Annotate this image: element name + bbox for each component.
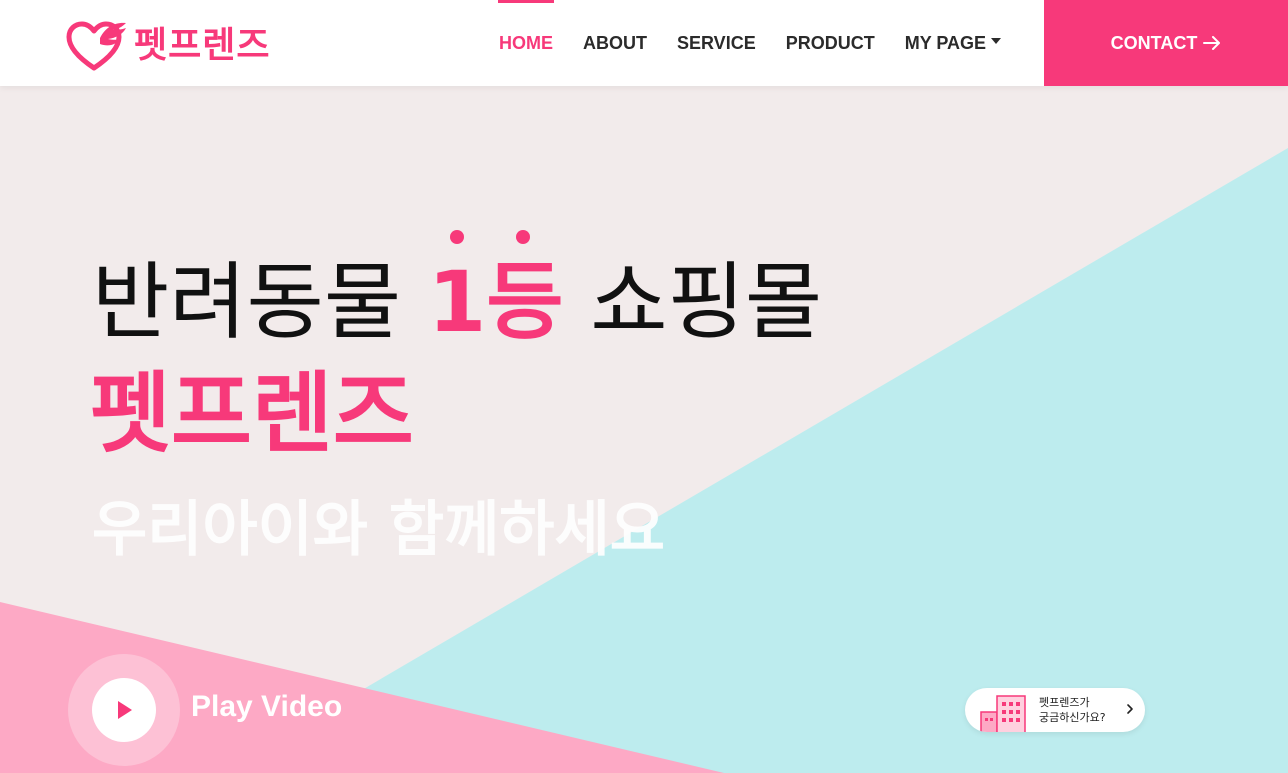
hero-headline-accent-text: 1등 [427,253,564,351]
contact-button[interactable]: CONTACT [1044,0,1288,86]
play-video-button[interactable] [68,654,180,766]
hero-headline-suffix: 쇼핑몰 [563,253,823,351]
brand-name: 펫프렌즈 [134,25,271,66]
help-widget-text: 펫프렌즈가 궁금하신가요? [1039,695,1106,725]
nav-product-label: PRODUCT [785,32,875,53]
nav-home-label: HOME [499,32,553,53]
help-widget[interactable]: 펫프렌즈가 궁금하신가요? [965,688,1145,732]
nav-about-label: ABOUT [583,32,647,53]
nav-service-label: SERVICE [677,32,756,53]
hero-headline-accent: 1등 [427,230,564,352]
arrow-right-icon [1203,36,1221,50]
nav-my-page[interactable]: MY PAGE [890,0,1016,86]
accent-dot-right [515,230,530,244]
page: 펫프렌즈 HOME ABOUT SERVICE PRODUCT MY PAGE … [0,0,1288,773]
nav-product[interactable]: PRODUCT [771,0,890,86]
chevron-right-icon [1127,704,1133,714]
accent-dot-left [449,230,464,244]
hero-brand-title: 펫프렌즈 [90,362,414,465]
brand-logo[interactable]: 펫프렌즈 [66,18,270,74]
nav-home[interactable]: HOME [484,0,568,86]
help-widget-line1: 펫프렌즈가 [1039,696,1090,709]
play-icon [118,701,132,719]
contact-button-label: CONTACT [1110,32,1198,53]
hero-headline: 반려동물 1등 쇼핑몰 [92,230,823,352]
help-widget-line2: 궁금하신가요? [1039,711,1106,724]
nav-service[interactable]: SERVICE [662,0,771,86]
hero-subtitle: 우리아이와 함께하세요 [92,495,665,565]
hero-headline-prefix: 반려동물 [92,253,428,351]
nav-about[interactable]: ABOUT [568,0,662,86]
nav-my-page-label: MY PAGE [904,32,987,53]
play-button-circle [92,678,156,742]
main-nav: HOME ABOUT SERVICE PRODUCT MY PAGE [484,0,1016,86]
caret-down-icon [991,38,1002,44]
site-header: 펫프렌즈 HOME ABOUT SERVICE PRODUCT MY PAGE … [0,0,1288,86]
heart-wing-icon [66,21,126,71]
building-icon [980,695,1026,732]
play-video-label[interactable]: Play Video [191,690,342,724]
